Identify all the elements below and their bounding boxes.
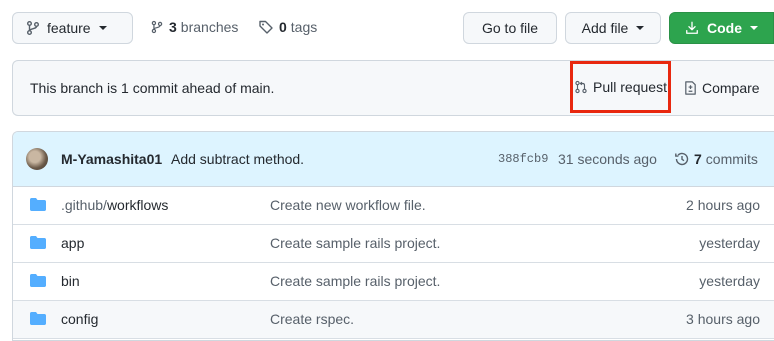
pull-request-icon [574,79,588,95]
tags-label: tags [290,19,318,35]
branch-selector-button[interactable]: feature [12,12,133,44]
file-name: bin [61,273,80,289]
file-row[interactable]: config Create rspec. 3 hours ago [13,301,774,339]
commits-history-link[interactable]: 7 commits [674,151,758,167]
history-icon [674,151,690,167]
branches-count: 3 [169,19,177,35]
file-commit-message[interactable]: Create sample rails project. [270,273,440,289]
chevron-down-icon [750,26,758,30]
file-commit-age: 2 hours ago [686,197,760,213]
folder-icon [30,312,46,325]
repo-toolbar: feature 3 branches 0 tags Go to file Add… [0,0,774,56]
pull-request-label: Pull request [593,79,667,95]
add-file-button[interactable]: Add file [565,12,661,44]
go-to-file-label: Go to file [481,20,539,36]
branches-label: branches [180,19,239,35]
file-commit-message[interactable]: Create sample rails project. [270,235,440,251]
file-row[interactable]: app Create sample rails project. yesterd… [13,225,774,263]
folder-icon [30,236,46,249]
commit-time: 31 seconds ago [558,151,657,167]
file-commit-age: 3 hours ago [686,311,760,327]
chevron-down-icon [636,26,645,30]
file-name: workflows [106,197,169,213]
file-list: M-Yamashita01 Add subtract method. 388fc… [12,131,774,341]
ahead-message: This branch is 1 commit ahead of main. [30,80,275,96]
branch-ahead-banner: This branch is 1 commit ahead of main. P… [12,60,774,116]
commit-message-link[interactable]: Add subtract method. [171,151,304,167]
add-file-label: Add file [581,20,629,36]
file-name: config [61,311,99,327]
download-icon [685,21,699,35]
file-commit-message[interactable]: Create rspec. [270,311,354,327]
file-commit-age: yesterday [699,273,760,289]
compare-link[interactable]: Compare [683,80,760,96]
compare-label: Compare [702,80,760,96]
file-row[interactable]: bin Create sample rails project. yesterd… [13,263,774,301]
file-dir-prefix: .github/ [61,197,107,213]
file-name-link[interactable]: bin [61,273,80,289]
file-name-link[interactable]: config [61,311,98,327]
code-button[interactable]: Code [669,12,774,44]
pull-request-link[interactable]: Pull request [570,61,671,113]
folder-icon [30,198,46,211]
file-name: app [61,235,85,251]
diff-icon [683,80,698,96]
chevron-down-icon [98,26,107,30]
latest-commit-bar: M-Yamashita01 Add subtract method. 388fc… [13,132,774,187]
folder-icon [30,274,46,287]
branches-link[interactable]: 3 branches [150,19,238,35]
tags-count: 0 [279,19,287,35]
file-row[interactable]: .github/workflows Create new workflow fi… [13,187,774,225]
branch-name: feature [47,20,91,36]
branch-icon [150,19,164,35]
tags-link[interactable]: 0 tags [258,19,317,35]
commit-count-label: commits [705,151,758,167]
tag-icon [258,19,274,35]
branch-icon [25,20,41,36]
commit-count: 7 [694,151,702,167]
file-commit-message[interactable]: Create new workflow file. [270,197,426,213]
file-name-link[interactable]: app [61,235,84,251]
avatar[interactable] [26,148,48,170]
file-name-link[interactable]: .github/workflows [61,197,168,213]
file-commit-age: yesterday [699,235,760,251]
go-to-file-button[interactable]: Go to file [463,12,557,44]
code-label: Code [707,20,742,36]
commit-sha-link[interactable]: 388fcb9 [498,152,548,166]
commit-author-link[interactable]: M-Yamashita01 [61,151,162,167]
